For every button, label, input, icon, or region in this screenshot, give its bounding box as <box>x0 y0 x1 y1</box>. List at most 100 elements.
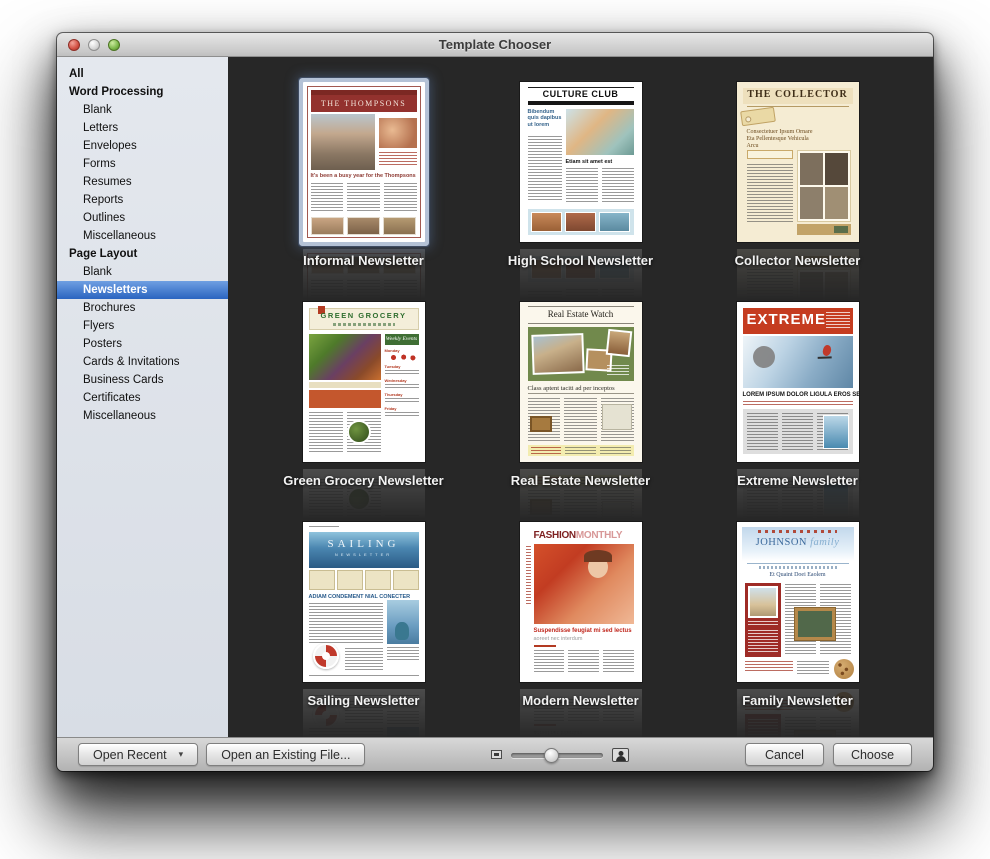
thumbnail-slot: SAILING NEWSLETTER ADIAM CONDEMENT NIAL … <box>303 518 425 686</box>
tomatoes-graphic <box>385 354 419 361</box>
thumb-rule <box>747 106 849 107</box>
thumb-text-block <box>385 384 419 389</box>
template-cell: THE THOMPSONS It's been a busy year for … <box>255 78 472 298</box>
sidebar-item-newsletters[interactable]: Newsletters <box>57 281 228 299</box>
thumb-photo-row <box>528 209 634 235</box>
thumbnail-slot: EXTREME LOREM IPSUM DOLOR LIGULA EROS SE… <box>737 298 859 466</box>
thumb-headline: It's been a busy year for the Thompsons <box>311 173 417 179</box>
zoom-button[interactable] <box>108 39 120 51</box>
template-thumbnail-real-estate-newsletter[interactable]: Real Estate Watch Class aptent taciti ad… <box>520 302 642 462</box>
template-label: Real Estate Newsletter <box>511 473 650 488</box>
choose-button[interactable]: Choose <box>833 743 912 766</box>
thumb-photo <box>387 600 419 644</box>
open-recent-button[interactable]: Open Recent ▾ <box>78 743 198 766</box>
thumbnail-slot: Real Estate Watch Class aptent taciti ad… <box>520 298 642 466</box>
thumb-photo <box>309 334 381 380</box>
thumbnail-size-slider[interactable] <box>511 747 603 763</box>
thumb-caption <box>309 382 381 388</box>
cancel-button[interactable]: Cancel <box>745 743 824 766</box>
thumb-footer-strip <box>528 445 634 456</box>
template-thumbnail-high-school-newsletter[interactable]: CULTURE CLUB Bibendum quis dapibus ut lo… <box>520 82 642 242</box>
open-existing-file-button[interactable]: Open an Existing File... <box>206 743 365 766</box>
sidebar-item-all[interactable]: All <box>57 65 228 83</box>
thumb-masthead: EXTREME <box>747 312 827 327</box>
open-recent-label: Open Recent <box>93 748 167 762</box>
sidebar-item-envelopes[interactable]: Envelopes <box>57 137 228 155</box>
thumb-text-block <box>748 630 778 654</box>
template-grid: THE THOMPSONS It's been a busy year for … <box>255 78 906 737</box>
category-sidebar: All Word Processing Blank Letters Envelo… <box>57 57 228 737</box>
window-title: Template Chooser <box>439 37 551 52</box>
thumb-masthead: CULTURE CLUB <box>520 89 642 99</box>
thumb-callout <box>747 150 793 159</box>
thumb-masthead: SAILING <box>309 532 419 550</box>
sidebar-item-letters[interactable]: Letters <box>57 119 228 137</box>
thumb-body-columns <box>743 409 853 454</box>
template-thumbnail-modern-newsletter[interactable]: FASHIONMONTHLY Suspendisse feugiat mi se… <box>520 522 642 682</box>
window-controls <box>68 39 120 51</box>
sidebar-item-pl-blank[interactable]: Blank <box>57 263 228 281</box>
thumb-text-block <box>385 412 419 417</box>
template-thumbnail-collector-newsletter[interactable]: THE COLLECTOR Consectetuer Ipsum Ornare … <box>737 82 859 242</box>
sidebar-item-reports[interactable]: Reports <box>57 191 228 209</box>
sidebar-group-word-processing[interactable]: Word Processing <box>57 83 228 101</box>
sidebar-item-certificates[interactable]: Certificates <box>57 389 228 407</box>
sidebar-item-wp-blank[interactable]: Blank <box>57 101 228 119</box>
template-cell: Real Estate Watch Class aptent taciti ad… <box>472 298 689 518</box>
thumb-photo <box>605 329 632 357</box>
minimize-button[interactable] <box>88 39 100 51</box>
thumb-events-column: Weekly Events Monday Tuesday Wednesday T… <box>385 334 419 454</box>
thumb-subhead: aoreet nec interdum <box>534 636 583 642</box>
thumb-headline: LOREM IPSUM DOLOR LIGULA EROS SET... <box>743 392 853 398</box>
thumb-masthead: JOHNSON family <box>742 537 854 548</box>
thumb-masthead: THE COLLECTOR <box>737 89 859 100</box>
template-thumbnail-sailing-newsletter[interactable]: SAILING NEWSLETTER ADIAM CONDEMENT NIAL … <box>303 522 425 682</box>
template-cell: THE COLLECTOR Consectetuer Ipsum Ornare … <box>689 78 906 298</box>
sidebar-item-forms[interactable]: Forms <box>57 155 228 173</box>
sidebar-item-wp-miscellaneous[interactable]: Miscellaneous <box>57 227 228 245</box>
thumb-headline: Consectetuer Ipsum Ornare Eta Pellentesq… <box>747 129 821 151</box>
thumb-text-block <box>345 648 383 670</box>
thumb-photo-circle <box>347 420 371 444</box>
sidebar-item-pl-miscellaneous[interactable]: Miscellaneous <box>57 407 228 425</box>
close-button[interactable] <box>68 39 80 51</box>
thumb-text-block <box>385 370 419 375</box>
template-thumbnail-extreme-newsletter[interactable]: EXTREME LOREM IPSUM DOLOR LIGULA EROS SE… <box>737 302 859 462</box>
thumb-day-label: Wednesday <box>385 378 419 383</box>
sidebar-item-outlines[interactable]: Outlines <box>57 209 228 227</box>
thumb-photo-grid <box>797 150 851 222</box>
thumb-body-columns <box>311 183 417 213</box>
thumb-photo <box>823 415 849 449</box>
bunting-graphic <box>758 530 836 533</box>
template-cell: CULTURE CLUB Bibendum quis dapibus ut lo… <box>472 78 689 298</box>
template-label: Sailing Newsletter <box>308 693 420 708</box>
thumb-text-block <box>528 136 562 202</box>
sidebar-item-resumes[interactable]: Resumes <box>57 173 228 191</box>
thumb-script-text <box>745 661 793 671</box>
sidebar-item-flyers[interactable]: Flyers <box>57 317 228 335</box>
thumb-text-block <box>385 398 419 403</box>
thumb-script-text <box>748 621 778 627</box>
thumb-headline: Suspendisse feugiat mi sed lectus <box>534 628 632 634</box>
thumb-masthead-script: family <box>810 537 839 548</box>
thumb-tagline <box>333 323 395 326</box>
title-bar[interactable]: Template Chooser <box>57 33 933 57</box>
thumb-vertical-dateline <box>526 546 531 604</box>
thumbnail-size-control <box>491 747 629 763</box>
thumb-text-block <box>797 661 829 675</box>
thumb-callout <box>745 583 781 657</box>
thumb-masthead-band: EXTREME <box>743 308 853 334</box>
template-thumbnail-family-newsletter[interactable]: JOHNSON family Et Quaint Doei Eaolem <box>737 522 859 682</box>
thumb-badge <box>753 346 775 368</box>
sidebar-group-page-layout[interactable]: Page Layout <box>57 245 228 263</box>
thumb-photo <box>534 544 634 624</box>
sidebar-item-posters[interactable]: Posters <box>57 335 228 353</box>
sidebar-item-business-cards[interactable]: Business Cards <box>57 371 228 389</box>
thumb-bar <box>528 101 634 105</box>
sidebar-item-brochures[interactable]: Brochures <box>57 299 228 317</box>
sidebar-item-cards-invitations[interactable]: Cards & Invitations <box>57 353 228 371</box>
slider-knob[interactable] <box>544 748 559 763</box>
template-thumbnail-green-grocery-newsletter[interactable]: GREEN GROCERY Weekly Events Monday Tuesd… <box>303 302 425 462</box>
template-thumbnail-informal-newsletter[interactable]: THE THOMPSONS It's been a busy year for … <box>303 82 425 242</box>
thumb-body-columns <box>566 168 634 204</box>
